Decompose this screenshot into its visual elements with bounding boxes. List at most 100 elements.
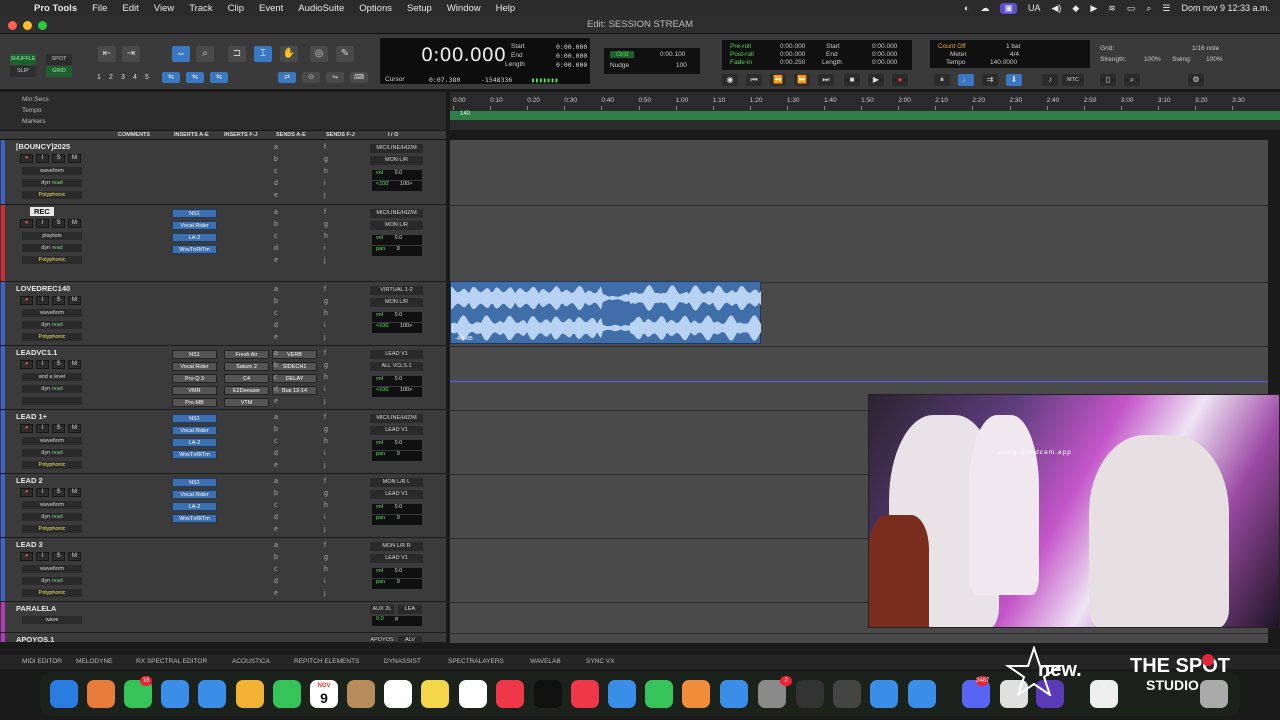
send-slot-empty[interactable]: c bbox=[274, 374, 278, 381]
end-value[interactable]: 0:00.000 bbox=[556, 52, 587, 60]
track-view-selector[interactable]: waveform bbox=[22, 565, 82, 573]
pages-icon[interactable] bbox=[682, 680, 710, 708]
mtc-button[interactable]: MTC bbox=[1062, 74, 1084, 86]
link-track-icon[interactable]: ⇆ bbox=[186, 72, 204, 83]
safari2-icon[interactable] bbox=[870, 680, 898, 708]
mute-button[interactable]: M bbox=[68, 154, 81, 163]
plugin-shortcut[interactable]: SPECTRALAYERS bbox=[448, 658, 504, 665]
main-counter[interactable]: 0:00.000 Start End Length 0:00.000 0:00.… bbox=[380, 38, 590, 84]
plugin-shortcut[interactable]: REPITCH ELEMENTS bbox=[294, 658, 359, 665]
pan-right[interactable]: 0 bbox=[397, 246, 400, 252]
col-comments[interactable]: COMMENTS bbox=[118, 132, 150, 138]
pan-right[interactable]: 0 bbox=[397, 515, 400, 521]
input-monitor-button[interactable]: I bbox=[36, 154, 49, 163]
music-icon[interactable] bbox=[496, 680, 524, 708]
trim-tool-icon[interactable]: ⊐ bbox=[228, 46, 246, 62]
capcut-icon[interactable] bbox=[833, 680, 861, 708]
record-arm-button[interactable]: ● bbox=[20, 219, 33, 228]
record-icon[interactable]: ● bbox=[892, 74, 908, 86]
countoff-panel[interactable]: Count Off Meter Tempo 1 bar 4/4 140.0000 bbox=[930, 40, 1090, 68]
mute-button[interactable]: M bbox=[68, 552, 81, 561]
tab-to-transients-icon[interactable]: ⇄ bbox=[278, 72, 296, 83]
zoom-in-horizontal-icon[interactable]: ⇥ bbox=[122, 46, 140, 62]
track-dyn-label[interactable]: dyn bbox=[41, 386, 50, 392]
record-arm-button[interactable]: ● bbox=[20, 360, 33, 369]
insert-plugin-fj[interactable]: E2Deesser bbox=[224, 386, 269, 395]
track-view-selector[interactable]: waveform bbox=[22, 167, 82, 175]
mute-button[interactable]: M bbox=[68, 424, 81, 433]
tempo-marker-bar[interactable]: 140 bbox=[450, 111, 1280, 120]
elastic-audio-mode[interactable]: Polyphonic bbox=[22, 333, 82, 341]
track-dyn-label[interactable]: dyn bbox=[41, 450, 50, 456]
tempo-marker[interactable]: 140 bbox=[460, 111, 470, 117]
send-slot-empty[interactable]: h bbox=[324, 566, 328, 573]
io-output-selector[interactable]: LEA bbox=[398, 605, 422, 614]
track-view-selector[interactable]: waveform bbox=[22, 501, 82, 509]
input-monitor-button[interactable]: I bbox=[36, 219, 49, 228]
io-input-selector[interactable]: MON L/R L bbox=[370, 478, 423, 487]
appstore-icon[interactable] bbox=[720, 680, 748, 708]
countoff-value[interactable]: 1 bar bbox=[1006, 43, 1021, 50]
track-view-selector[interactable]: playlists bbox=[22, 232, 82, 240]
send-slot-empty[interactable]: g bbox=[324, 221, 328, 228]
countoff-icon[interactable]: ⇉ bbox=[982, 74, 998, 86]
pan-right[interactable]: 100> bbox=[400, 181, 412, 187]
io-output-selector[interactable]: MON L/R bbox=[370, 221, 423, 230]
track-name[interactable]: [BOUNCY]2025 bbox=[16, 142, 70, 151]
record-arm-button[interactable]: ● bbox=[20, 488, 33, 497]
send-slot-empty[interactable]: i bbox=[324, 450, 326, 457]
length2-value[interactable]: 0:00.000 bbox=[872, 59, 897, 66]
send-slot-empty[interactable]: h bbox=[324, 438, 328, 445]
col-sends-ae[interactable]: SENDS A-E bbox=[276, 132, 306, 138]
elastic-audio-mode[interactable]: Polyphonic bbox=[22, 525, 82, 533]
track-name[interactable]: LOVEDREC140 bbox=[16, 284, 70, 293]
shuffle-mode-button[interactable]: SHUFFLE bbox=[10, 54, 36, 65]
link-timeline-icon[interactable]: ⇆ bbox=[162, 72, 180, 83]
wait-for-note-icon[interactable]: ⏸ bbox=[934, 74, 950, 86]
automation-mode[interactable]: read bbox=[52, 322, 63, 328]
facetime-icon[interactable] bbox=[273, 680, 301, 708]
go-to-end-icon[interactable]: ⏭ bbox=[818, 74, 834, 86]
col-io[interactable]: I / O bbox=[388, 132, 398, 138]
send-slot-empty[interactable]: c bbox=[274, 566, 278, 573]
send-slot-empty[interactable]: b bbox=[274, 298, 278, 305]
menu-setup[interactable]: Setup bbox=[407, 3, 432, 14]
plugin-shortcut[interactable]: DYNASSIST bbox=[384, 658, 421, 665]
volume-value[interactable]: 0.0 bbox=[395, 440, 403, 446]
volume-value[interactable]: 0.0 bbox=[395, 376, 403, 382]
photos-icon[interactable] bbox=[236, 680, 264, 708]
col-inserts-ae[interactable]: INSERTS A-E bbox=[174, 132, 209, 138]
send-slot-empty[interactable]: f bbox=[324, 144, 326, 151]
insert-plugin[interactable]: NS1 bbox=[172, 414, 217, 423]
pan-left[interactable]: pan bbox=[376, 579, 385, 585]
zoom-toggle-icon[interactable]: ⌕ bbox=[1124, 74, 1140, 86]
zoom-out-horizontal-icon[interactable]: ⇤ bbox=[98, 46, 116, 62]
swing-value[interactable]: 100% bbox=[1206, 56, 1223, 63]
meter-value[interactable]: 4/4 bbox=[1010, 51, 1019, 58]
start-value[interactable]: 0:00.000 bbox=[556, 43, 587, 51]
send-slot-empty[interactable]: c bbox=[274, 233, 278, 240]
play-status-icon[interactable]: ▶ bbox=[1090, 3, 1097, 14]
main-counter-value[interactable]: 0:00.000 bbox=[421, 44, 506, 66]
insert-plugin[interactable]: Vocal Rider bbox=[172, 490, 217, 499]
postroll-label[interactable]: Post-roll bbox=[730, 51, 754, 58]
wifi-icon[interactable]: ≋ bbox=[1108, 3, 1116, 14]
elastic-audio-mode[interactable] bbox=[22, 397, 82, 405]
track-header[interactable]: REC ● I S Mplaylists dyn read Polyphonic MI… bbox=[0, 205, 446, 282]
track-name[interactable]: PARALELA bbox=[16, 604, 56, 613]
pan-value[interactable]: p bbox=[395, 616, 398, 622]
input-monitor-button[interactable]: I bbox=[36, 552, 49, 561]
io-input-selector[interactable]: MIC/LINE/HIZ/M bbox=[370, 144, 423, 153]
send-slot-empty[interactable]: c bbox=[274, 502, 278, 509]
solo-button[interactable]: S bbox=[52, 296, 65, 305]
send-slot-empty[interactable]: b bbox=[274, 490, 278, 497]
pan-right[interactable]: 0 bbox=[397, 451, 400, 457]
send-slot-empty[interactable]: f bbox=[324, 209, 326, 216]
send-slot-empty[interactable]: j bbox=[324, 398, 326, 405]
insert-plugin-fj[interactable]: VTM bbox=[224, 398, 269, 407]
send-slot-empty[interactable]: a bbox=[274, 209, 278, 216]
volume-value[interactable]: 0.0 bbox=[395, 235, 403, 241]
send-slot-empty[interactable]: i bbox=[324, 245, 326, 252]
send-slot-empty[interactable]: i bbox=[324, 386, 326, 393]
plugin-shortcut[interactable]: WAVELAB bbox=[530, 658, 561, 665]
